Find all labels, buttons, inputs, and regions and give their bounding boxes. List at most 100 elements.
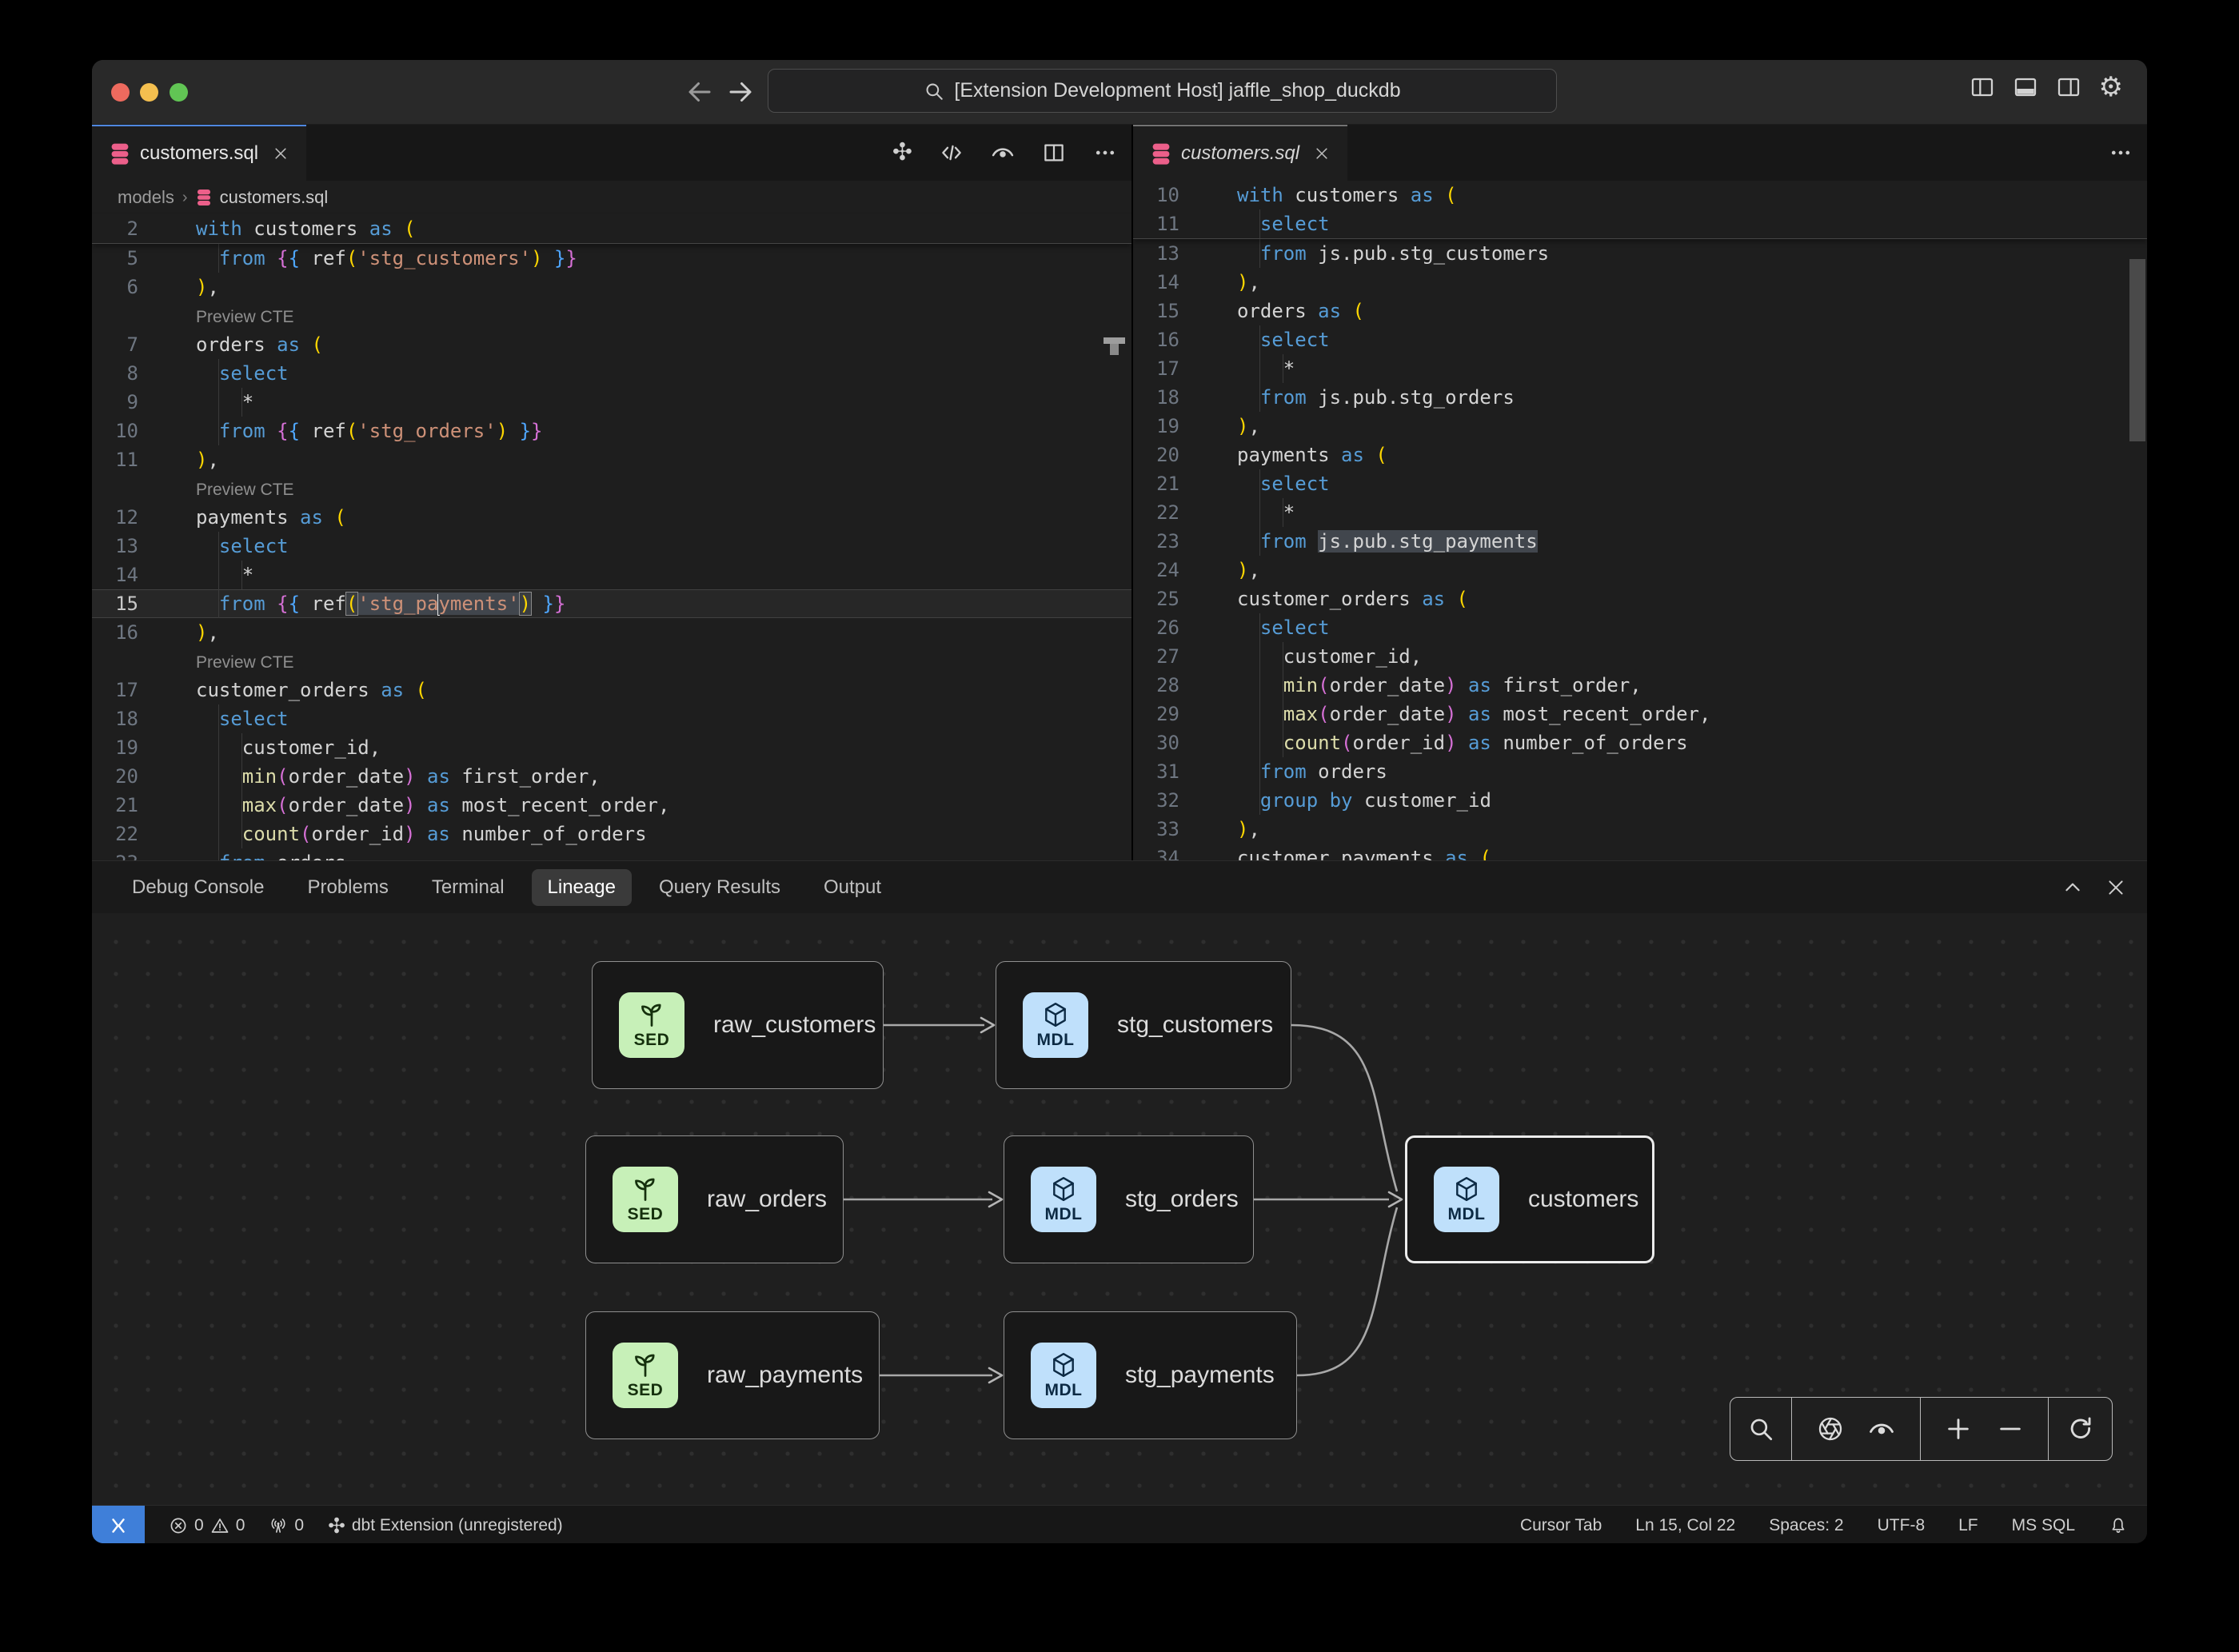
toggle-panel-icon[interactable]: [2013, 74, 2038, 100]
lineage-node-raw_customers[interactable]: SEDraw_customers: [592, 961, 884, 1089]
code-line-13[interactable]: 13from js.pub.stg_customers: [1133, 239, 2147, 268]
panel-tab-query-results[interactable]: Query Results: [643, 869, 796, 906]
panel-tab-lineage[interactable]: Lineage: [532, 869, 632, 906]
code-lens[interactable]: Preview CTE: [92, 474, 1131, 503]
panel-tab-problems[interactable]: Problems: [291, 869, 404, 906]
close-window-button[interactable]: [111, 83, 130, 102]
code-line-20[interactable]: 20payments as (: [1133, 441, 2147, 469]
code-line-24[interactable]: 24),: [1133, 556, 2147, 585]
code-line-29[interactable]: 29max(order_date) as most_recent_order,: [1133, 700, 2147, 728]
tab-customers-sql-left[interactable]: customers.sql: [92, 125, 306, 181]
code-line-8[interactable]: 8select: [92, 359, 1131, 388]
code-line-18[interactable]: 18from js.pub.stg_orders: [1133, 383, 2147, 412]
remote-indicator[interactable]: [92, 1506, 145, 1543]
code-line-19[interactable]: 19customer_id,: [92, 733, 1131, 762]
lineage-node-raw_orders[interactable]: SEDraw_orders: [585, 1135, 844, 1263]
lineage-node-raw_payments[interactable]: SEDraw_payments: [585, 1311, 880, 1439]
gear-icon[interactable]: ⚙: [2099, 74, 2123, 100]
code-line-14[interactable]: 14*: [92, 561, 1131, 589]
breadcrumb[interactable]: models › customers.sql: [92, 181, 1131, 214]
lineage-search-button[interactable]: [1747, 1415, 1774, 1443]
sticky-scroll[interactable]: 2with customers as (: [92, 214, 1131, 244]
code-line-2[interactable]: 2with customers as (: [92, 214, 1131, 243]
lineage-zoom-in-button[interactable]: [1945, 1415, 1972, 1443]
code-line-12[interactable]: 12payments as (: [92, 503, 1131, 532]
code-line-11[interactable]: 11select: [1133, 209, 2147, 238]
status-ms-sql[interactable]: MS SQL: [2012, 1516, 2075, 1535]
code-line-18[interactable]: 18select: [92, 704, 1131, 733]
close-icon[interactable]: [273, 146, 289, 162]
vertical-scrollbar[interactable]: [2129, 259, 2145, 441]
code-line-11[interactable]: 11),: [92, 445, 1131, 474]
panel-tab-debug-console[interactable]: Debug Console: [116, 869, 280, 906]
status-utf-8[interactable]: UTF-8: [1878, 1516, 1926, 1535]
code-icon[interactable]: [940, 141, 964, 165]
code-line-32[interactable]: 32group by customer_id: [1133, 786, 2147, 815]
dbt-extension-status[interactable]: ✣ dbt Extension (unregistered): [328, 1516, 563, 1535]
status-ln-15-col-22[interactable]: Ln 15, Col 22: [1635, 1516, 1735, 1535]
lineage-zoom-out-button[interactable]: [1997, 1415, 2024, 1443]
minimize-window-button[interactable]: [140, 83, 158, 102]
sticky-scroll[interactable]: 10with customers as (11select: [1133, 181, 2147, 239]
lineage-snapshot-button[interactable]: [1817, 1415, 1844, 1443]
code-line-30[interactable]: 30count(order_id) as number_of_orders: [1133, 728, 2147, 757]
code-line-22[interactable]: 22*: [1133, 498, 2147, 527]
code-line-22[interactable]: 22count(order_id) as number_of_orders: [92, 820, 1131, 848]
code-line-5[interactable]: 5from {{ ref('stg_customers') }}: [92, 244, 1131, 273]
code-editor-left[interactable]: 5from {{ ref('stg_customers') }}6), Previ…: [92, 244, 1131, 860]
status-spaces-2[interactable]: Spaces: 2: [1769, 1516, 1843, 1535]
forward-icon[interactable]: [726, 78, 755, 106]
lineage-visibility-button[interactable]: [1868, 1415, 1895, 1443]
code-line-17[interactable]: 17*: [1133, 354, 2147, 383]
lineage-canvas[interactable]: SEDraw_customers MDLstg_customers SEDraw_o…: [92, 913, 2147, 1505]
tab-customers-sql-right[interactable]: customers.sql: [1133, 125, 1347, 181]
code-line-7[interactable]: 7orders as (: [92, 330, 1131, 359]
code-line-25[interactable]: 25customer_orders as (: [1133, 585, 2147, 613]
code-line-6[interactable]: 6),: [92, 273, 1131, 301]
code-line-14[interactable]: 14),: [1133, 268, 2147, 297]
code-line-13[interactable]: 13select: [92, 532, 1131, 561]
split-editor-icon[interactable]: [1042, 141, 1066, 165]
close-icon[interactable]: [1314, 146, 1330, 162]
code-lens[interactable]: Preview CTE: [92, 647, 1131, 676]
dbt-action-icon[interactable]: ✣: [892, 141, 912, 165]
lineage-node-stg_customers[interactable]: MDLstg_customers: [996, 961, 1291, 1089]
more-actions-icon[interactable]: [1093, 141, 1117, 165]
chevron-up-icon[interactable]: [2062, 877, 2083, 898]
panel-tab-terminal[interactable]: Terminal: [416, 869, 521, 906]
ports-status[interactable]: 0: [269, 1516, 304, 1535]
breadcrumb-file[interactable]: customers.sql: [220, 187, 329, 208]
code-line-10[interactable]: 10from {{ ref('stg_orders') }}: [92, 417, 1131, 445]
status-cursor-tab[interactable]: Cursor Tab: [1520, 1516, 1602, 1535]
toggle-secondary-sidebar-icon[interactable]: [2056, 74, 2081, 100]
code-line-21[interactable]: 21select: [1133, 469, 2147, 498]
code-line-27[interactable]: 27customer_id,: [1133, 642, 2147, 671]
code-line-16[interactable]: 16),: [92, 618, 1131, 647]
code-line-34[interactable]: 34customer_payments as (: [1133, 844, 2147, 860]
code-line-21[interactable]: 21max(order_date) as most_recent_order,: [92, 791, 1131, 820]
code-line-20[interactable]: 20min(order_date) as first_order,: [92, 762, 1131, 791]
breadcrumb-folder[interactable]: models: [118, 187, 174, 208]
code-editor-right[interactable]: 13from js.pub.stg_customers14),15orders …: [1133, 239, 2147, 860]
lineage-node-customers[interactable]: MDLcustomers: [1405, 1135, 1654, 1263]
code-line-33[interactable]: 33),: [1133, 815, 2147, 844]
bell-icon[interactable]: [2109, 1516, 2128, 1535]
code-line-16[interactable]: 16select: [1133, 325, 2147, 354]
lineage-node-stg_orders[interactable]: MDLstg_orders: [1004, 1135, 1254, 1263]
status-lf[interactable]: LF: [1958, 1516, 1978, 1535]
problems-status[interactable]: 0 0: [169, 1516, 245, 1535]
panel-tab-output[interactable]: Output: [808, 869, 897, 906]
code-line-26[interactable]: 26select: [1133, 613, 2147, 642]
code-line-10[interactable]: 10with customers as (: [1133, 181, 2147, 209]
code-line-28[interactable]: 28min(order_date) as first_order,: [1133, 671, 2147, 700]
toggle-primary-sidebar-icon[interactable]: [1970, 74, 1995, 100]
preview-eye-icon[interactable]: [991, 141, 1015, 165]
code-line-15[interactable]: 15from {{ ref('stg_payments') }}: [92, 589, 1131, 618]
code-line-23[interactable]: 23from orders: [92, 848, 1131, 860]
code-line-17[interactable]: 17customer_orders as (: [92, 676, 1131, 704]
more-actions-icon[interactable]: [2109, 141, 2133, 165]
lineage-refresh-button[interactable]: [2067, 1415, 2094, 1443]
command-center-search[interactable]: [Extension Development Host] jaffle_shop…: [768, 69, 1557, 113]
lineage-node-stg_payments[interactable]: MDLstg_payments: [1004, 1311, 1297, 1439]
close-panel-icon[interactable]: [2105, 877, 2126, 898]
